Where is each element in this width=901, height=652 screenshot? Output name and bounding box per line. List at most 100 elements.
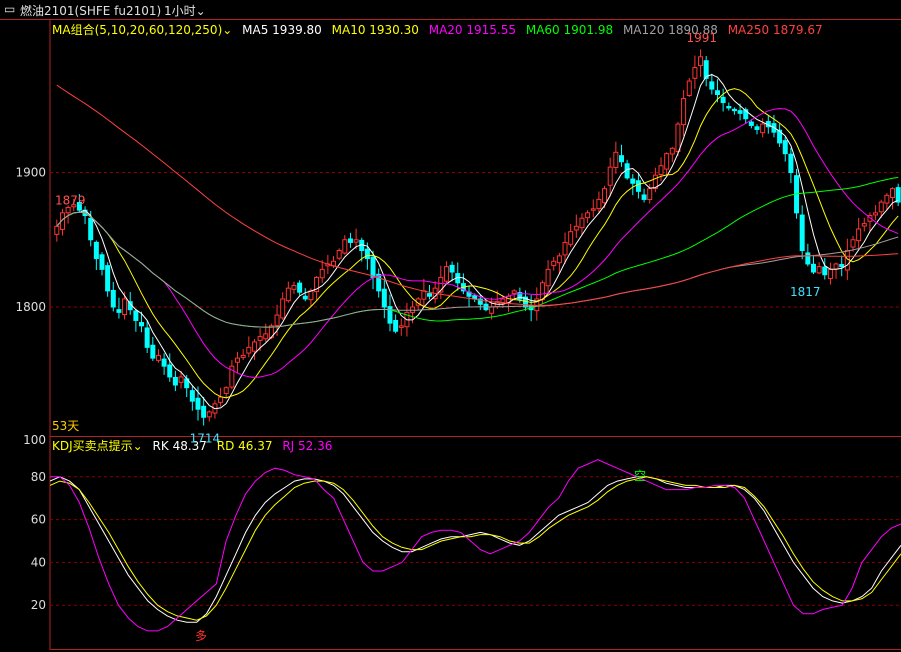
candle-body [607,166,613,186]
candle-body [827,268,833,280]
candle-body [116,309,122,313]
candle-body [342,239,348,254]
candle-body [585,212,591,219]
candle-body [545,268,551,287]
candle-body [658,165,664,175]
candle-body [511,290,517,294]
candle-body [427,293,433,297]
candle-body [573,225,579,231]
candle-body [201,405,207,418]
candle-body [805,252,811,265]
kdj-rk-line [50,476,901,623]
candle-body [302,295,308,300]
candle-body [692,67,698,79]
candle-body [489,306,495,314]
candle-body [698,56,704,67]
candle-body [472,295,478,300]
candle-body [602,188,608,204]
candle-body [675,123,681,153]
candle-body [54,225,60,235]
candle-body [99,254,105,270]
candle-body [748,121,754,126]
candle-body [720,96,726,104]
candle-body [206,411,212,418]
candle-body [895,187,901,203]
candle-body [596,198,602,210]
candle-body [579,217,585,229]
ma10-line [56,88,899,399]
candle-body [539,282,545,301]
candle-body [370,256,376,278]
candle-body [93,241,99,260]
candle-body [144,327,150,348]
candle-body [641,194,647,200]
candle-body [150,344,156,359]
candle-body [618,155,624,163]
candle-body [133,310,139,321]
candle-body [235,357,241,363]
left-high-label: 1879 [55,194,86,208]
candle-body [635,180,641,192]
candle-body [178,376,184,383]
candle-body [884,194,890,204]
kdj-rd-line [50,476,901,621]
recent-low-label: 1817 [790,285,821,299]
candle-body [155,354,161,361]
candle-body [861,223,867,227]
kdj-tick-label: 60 [31,513,46,527]
main-tick-label: 1900 [15,166,46,180]
candle-body [421,290,427,300]
low-price-label: 1714 [190,432,221,446]
candle-body [647,188,653,201]
candle-body [240,354,246,358]
candle-body [822,266,828,276]
candle-body [105,265,111,292]
candle-body [274,314,280,327]
candle-body [873,212,879,216]
candle-body [810,263,816,273]
candle-body [630,178,636,184]
candle-body [308,290,314,301]
candle-body [816,266,822,274]
candle-body [88,217,94,241]
candle-body [218,396,224,403]
candle-body [731,108,737,112]
candle-body [297,282,303,293]
candle-body [122,298,128,316]
candle-body [856,228,862,242]
kdj-tick-label: 20 [31,598,46,612]
candle-body [364,248,370,260]
kdj-tick-label: 100 [23,433,46,447]
candle-body [280,298,286,319]
candle-body [246,346,252,354]
candle-body [709,81,715,90]
chart-canvas[interactable]: 1800 1900 20 40 60 80 100 1991 1714 1879 1817 53天空多 [0,0,901,652]
kdj-tick-label: 40 [31,555,46,569]
candle-body [223,387,229,394]
main-tick-label: 1800 [15,300,46,314]
candle-body [263,333,269,340]
candle-body [500,298,506,303]
candle-body [319,268,325,279]
candle-body [850,239,856,248]
buy-signal-mark: 多 [195,629,207,643]
candle-body [839,264,845,268]
candle-body [590,208,596,211]
ma60-line [56,176,899,328]
candle-body [833,263,839,270]
candle-body [714,90,720,95]
candle-body [285,287,291,302]
candle-body [556,255,562,264]
candle-body [172,376,178,386]
candle-body [161,358,167,367]
candle-body [393,319,399,332]
candle-body [443,266,449,282]
candle-body [257,336,263,341]
candle-body [686,80,692,97]
sell-signal-mark: 空 [634,469,646,483]
candle-body [669,147,675,155]
candle-body [737,110,743,114]
candle-body [681,98,687,126]
candle-body [799,214,805,252]
candle-body [890,188,896,198]
